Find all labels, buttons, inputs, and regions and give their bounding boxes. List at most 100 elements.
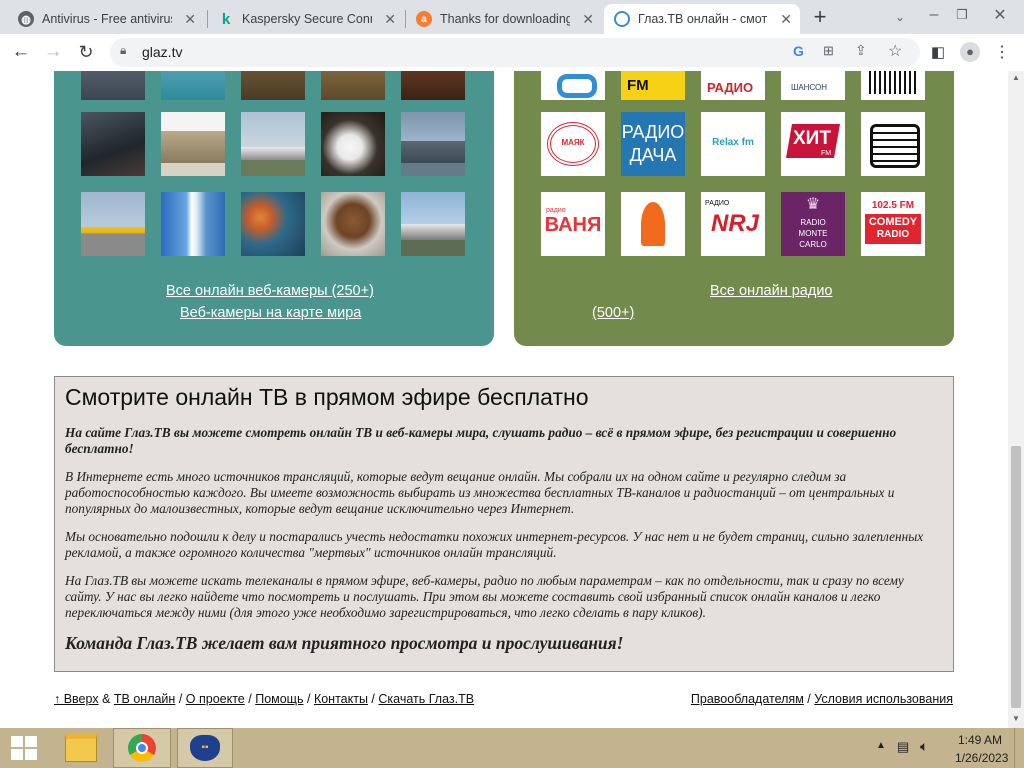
reload-icon[interactable]: ↻ [74,40,98,64]
all-radio-link[interactable]: Все онлайн радио [710,283,833,299]
radio-logo-text: РАДИО [705,200,730,207]
volume-icon[interactable]: 🔈︎ [920,738,928,755]
webcams-map-link[interactable]: Веб-камеры на карте мира [180,305,361,321]
webcam-thumbnail[interactable] [401,71,465,100]
footer-separator: / [178,692,183,706]
webcam-thumbnail[interactable] [161,112,225,176]
webcam-thumbnail[interactable] [161,71,225,100]
webcam-thumbnail[interactable] [321,192,385,256]
close-tab-icon[interactable]: ✕ [184,11,196,28]
back-to-top-link[interactable]: ↑ Вверх [54,692,99,706]
tray-chevron-icon[interactable]: ▲ [876,740,886,751]
radio-logo-text: MONTE [798,229,828,238]
radio-logo[interactable] [621,192,685,256]
webcam-thumbnail[interactable] [81,112,145,176]
clock-date[interactable]: 1/26/2023 [955,751,1008,765]
radio-logo[interactable]: радио ВАНЯ [541,192,605,256]
close-tab-icon[interactable]: ✕ [780,11,792,28]
scroll-up-icon[interactable]: ▲ [1012,73,1020,82]
tab-glaztv[interactable]: Глаз.ТВ онлайн - смотре ✕ [604,4,800,34]
webcam-thumbnail[interactable] [81,71,145,100]
minimize-button[interactable]: – [922,3,946,27]
description-paragraph: В Интернете есть много источников трансл… [65,469,895,516]
chrome-icon[interactable] [113,728,171,768]
tv-online-link[interactable]: ТВ онлайн [114,692,175,706]
scroll-down-icon[interactable]: ▼ [1012,714,1020,723]
page-scrollbar[interactable]: ▲ ▼ [1008,71,1024,728]
contacts-link[interactable]: Контакты [314,692,368,706]
radio-logo-text: COMEDY [868,216,918,228]
radio-logo[interactable]: FM [621,71,685,100]
webcam-thumbnail[interactable] [401,112,465,176]
notification-icon[interactable] [1014,728,1024,768]
menu-kebab-icon[interactable]: ⋮ [990,40,1014,64]
new-tab-button[interactable]: + [808,4,832,29]
google-icon[interactable]: G [793,43,804,59]
radio-logo[interactable]: Relax fm [701,112,765,176]
radio-logo-text: NRJ [711,210,760,237]
about-section: Смотрите онлайн ТВ в прямом эфире беспла… [54,376,954,672]
webcam-thumbnail[interactable] [161,192,225,256]
download-link[interactable]: Скачать Глаз.ТВ [378,692,474,706]
forward-icon[interactable]: → [41,40,65,64]
webcam-thumbnail[interactable] [321,112,385,176]
avast-icon: a [416,11,432,27]
scrollbar-thumb[interactable] [1011,446,1021,708]
radio-logo[interactable]: РАДИО ДАЧА [621,112,685,176]
radio-logo[interactable] [861,112,925,176]
kaspersky-icon: k [221,10,231,28]
all-webcams-link[interactable]: Все онлайн веб-камеры (250+) [166,283,374,299]
restore-button[interactable]: ❐ [950,3,974,27]
side-panel-icon[interactable]: ◧ [926,40,950,64]
share-icon[interactable]: ⇪ [855,42,867,59]
radio-logo[interactable]: РАДИО [701,71,765,100]
webcam-thumbnail[interactable] [401,192,465,256]
network-icon[interactable]: ▤ [897,739,909,755]
radio-logo[interactable]: МАЯК [541,112,605,176]
footer-separator: & [102,692,111,706]
webcam-thumbnail[interactable] [321,71,385,100]
radio-logo-bars-icon [869,71,917,94]
close-tab-icon[interactable]: ✕ [582,11,594,28]
radio-logo[interactable]: ХИТ FM [781,112,845,176]
tab-strip: ◍ Antivirus - Free antivirus ✕ k Kaspers… [0,0,1024,34]
tab-search-icon[interactable]: ⌄ [888,5,912,29]
app-bear-icon[interactable]: ▪▪ [177,728,233,768]
radio-logo-text: ХИТ [793,128,831,149]
radio-logo[interactable]: ♛ RADIO MONTE CARLO [781,192,845,256]
close-tab-icon[interactable]: ✕ [384,11,396,28]
bookmark-star-icon[interactable]: ☆ [888,41,902,61]
back-icon[interactable]: ← [9,40,33,64]
about-link[interactable]: О проекте [186,692,245,706]
webcam-thumbnail[interactable] [241,192,305,256]
radio-logo[interactable]: РАДИО NRJ [701,192,765,256]
tab-antivirus[interactable]: ◍ Antivirus - Free antivirus ✕ [8,4,204,34]
clock-time[interactable]: 1:49 AM [958,733,1002,747]
radio-logo[interactable]: ШАНСОН [781,71,845,100]
windows-start-icon[interactable] [0,728,48,768]
glaztv-icon [614,11,630,27]
webcam-thumbnail[interactable] [241,112,305,176]
close-window-button[interactable]: ✕ [988,3,1012,27]
radio-logo-text: радио [546,207,566,214]
terms-link[interactable]: Условия использования [814,692,953,706]
profile-avatar[interactable]: ● [958,40,982,64]
file-explorer-icon[interactable] [56,728,106,768]
rightholders-link[interactable]: Правообладателям [691,692,804,706]
all-radio-link-count[interactable]: (500+) [592,305,634,321]
help-link[interactable]: Помощь [255,692,303,706]
radio-logo[interactable] [861,71,925,100]
radio-logo-text: ШАНСОН [791,83,828,92]
translate-icon[interactable]: ⊞ [823,43,834,59]
radio-logo-text: ДАЧА [629,145,677,165]
tab-kaspersky[interactable]: k Kaspersky Secure Connec ✕ [208,4,404,34]
webcam-thumbnail[interactable] [241,71,305,100]
webcam-thumbnail[interactable] [81,192,145,256]
address-bar[interactable]: 🔒︎ glaz.tv G ⊞ ⇪ ☆ [110,38,920,67]
tab-thanks[interactable]: a Thanks for downloading ✕ [406,4,602,34]
footer-left: ↑ Вверх & ТВ онлайн / О проекте / Помощь… [54,692,474,706]
radio-logo-text: RADIO [800,218,826,227]
radio-logo[interactable]: 102.5 FM COMEDY RADIO [861,192,925,256]
tab-title: Глаз.ТВ онлайн - смотре [638,12,768,26]
radio-logo[interactable] [541,71,605,100]
